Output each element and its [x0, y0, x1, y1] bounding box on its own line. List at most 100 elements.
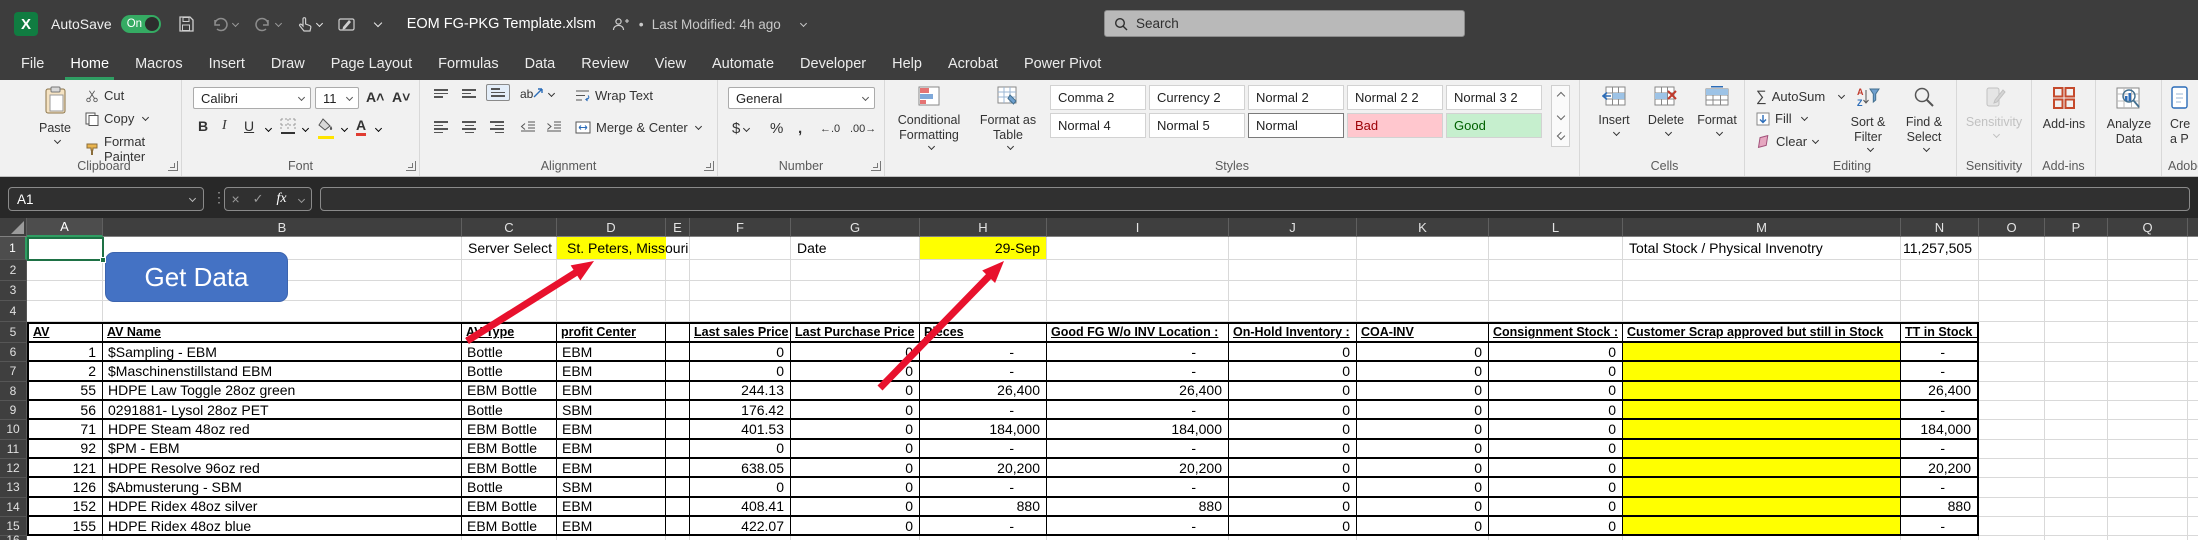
cell-C6[interactable]: Bottle [462, 343, 557, 362]
font-family-select[interactable]: Calibri [193, 87, 311, 109]
excel-logo-icon[interactable]: X [14, 12, 38, 36]
cell-I7[interactable]: - [1047, 362, 1229, 381]
cell-C7[interactable]: Bottle [462, 362, 557, 381]
cell-K12[interactable]: 0 [1357, 459, 1489, 478]
row-header-6[interactable]: 6 [0, 343, 27, 362]
cell-C13[interactable]: Bottle [462, 478, 557, 497]
cell-O5[interactable] [1979, 322, 2045, 344]
select-all-corner[interactable] [0, 218, 27, 237]
cell-I14[interactable]: 880 [1047, 498, 1229, 517]
cell-P12[interactable] [2045, 459, 2108, 478]
cell-D1[interactable]: St. Peters, Missouri [557, 237, 666, 260]
cell-H11[interactable]: - [920, 440, 1047, 459]
cell-N10[interactable]: 184,000 [1901, 420, 1979, 439]
column-header-N[interactable]: N [1901, 218, 1979, 237]
analyze-data-button[interactable]: Analyze Data [2102, 86, 2156, 146]
cell-x3[interactable] [2188, 281, 2198, 302]
cell-E7[interactable] [666, 362, 690, 381]
cell-x15[interactable] [2188, 517, 2198, 536]
cell-I3[interactable] [1047, 281, 1229, 302]
format-as-table-button[interactable]: Format as Table [973, 86, 1043, 151]
cell-F2[interactable] [690, 260, 791, 281]
cell-F15[interactable]: 422.07 [690, 517, 791, 536]
touch-mode-icon[interactable] [297, 16, 322, 33]
cell-J2[interactable] [1229, 260, 1357, 281]
tab-review[interactable]: Review [568, 48, 642, 80]
tab-acrobat[interactable]: Acrobat [935, 48, 1011, 80]
cell-O8[interactable] [1979, 382, 2045, 401]
last-modified-label[interactable]: Last Modified: 4h ago [652, 17, 781, 32]
cell-K6[interactable]: 0 [1357, 343, 1489, 362]
table-header-C5[interactable]: AV Type [462, 322, 557, 344]
cell-x2[interactable] [2188, 260, 2198, 281]
cell-I13[interactable]: - [1047, 478, 1229, 497]
cell-I2[interactable] [1047, 260, 1229, 281]
cell-A4[interactable] [27, 301, 103, 322]
cell-N12[interactable]: 20,200 [1901, 459, 1979, 478]
decrease-indent-icon[interactable] [520, 120, 536, 138]
cell-K15[interactable]: 0 [1357, 517, 1489, 536]
cell-x6[interactable] [2188, 343, 2198, 362]
cell-C1[interactable]: Server Select [462, 237, 557, 260]
row-header-7[interactable]: 7 [0, 362, 27, 381]
cell-K16[interactable] [1357, 536, 1489, 540]
column-header-J[interactable]: J [1229, 218, 1357, 237]
cell-B10[interactable]: HDPE Steam 48oz red [103, 420, 462, 439]
cell-O12[interactable] [1979, 459, 2045, 478]
search-input[interactable]: Search [1104, 10, 1465, 37]
cell-B8[interactable]: HDPE Law Toggle 28oz green [103, 382, 462, 401]
cell-F4[interactable] [690, 301, 791, 322]
cell-O16[interactable] [1979, 536, 2045, 540]
style-chip-normal-2-2[interactable]: Normal 2 2 [1347, 85, 1443, 110]
table-header-G5[interactable]: Last Purchase Price [791, 322, 920, 344]
cell-B16[interactable] [103, 536, 462, 540]
cell-G10[interactable]: 0 [791, 420, 920, 439]
create-pdf-button[interactable]: Cre a P [2170, 86, 2198, 146]
cell-Q2[interactable] [2108, 260, 2188, 281]
copy-button[interactable]: Copy [85, 111, 148, 126]
cell-Q8[interactable] [2108, 382, 2188, 401]
cell-B14[interactable]: HDPE Ridex 48oz silver [103, 498, 462, 517]
style-chip-normal-3-2[interactable]: Normal 3 2 [1446, 85, 1542, 110]
cancel-icon[interactable]: × [231, 191, 239, 207]
cell-F7[interactable]: 0 [690, 362, 791, 381]
cell-G11[interactable]: 0 [791, 440, 920, 459]
insert-cells-button[interactable]: Insert [1591, 86, 1637, 137]
align-center-icon[interactable] [458, 118, 480, 136]
cell-E4[interactable] [666, 301, 690, 322]
cell-A3[interactable] [27, 281, 103, 302]
column-header-G[interactable]: G [791, 218, 920, 237]
cell-J14[interactable]: 0 [1229, 498, 1357, 517]
number-dialog-launcher[interactable] [871, 161, 881, 171]
tab-home[interactable]: Home [57, 48, 122, 80]
cell-K11[interactable]: 0 [1357, 440, 1489, 459]
cell-L9[interactable]: 0 [1489, 401, 1623, 420]
cell-Q1[interactable] [2108, 237, 2188, 260]
cell-F10[interactable]: 401.53 [690, 420, 791, 439]
cell-A12[interactable]: 121 [27, 459, 103, 478]
cell-E16[interactable] [666, 536, 690, 540]
sensitivity-button[interactable]: Sensitivity [1963, 86, 2025, 139]
cell-D2[interactable] [557, 260, 666, 281]
column-header-K[interactable]: K [1357, 218, 1489, 237]
cell-H16[interactable] [920, 536, 1047, 540]
cell-G9[interactable]: 0 [791, 401, 920, 420]
cell-B12[interactable]: HDPE Resolve 96oz red [103, 459, 462, 478]
orientation-icon[interactable]: ab [520, 86, 554, 101]
addins-button[interactable]: Add-ins [2037, 86, 2091, 132]
cell-Q16[interactable] [2108, 536, 2188, 540]
cell-A9[interactable]: 56 [27, 401, 103, 420]
cell-D14[interactable]: EBM [557, 498, 666, 517]
cell-G3[interactable] [791, 281, 920, 302]
font-size-select[interactable]: 11 [315, 87, 359, 109]
insert-function-icon[interactable]: fx [276, 191, 286, 207]
cell-N14[interactable]: 880 [1901, 498, 1979, 517]
column-header-D[interactable]: D [557, 218, 666, 237]
cell-L11[interactable]: 0 [1489, 440, 1623, 459]
cell-K13[interactable]: 0 [1357, 478, 1489, 497]
cell-H10[interactable]: 184,000 [920, 420, 1047, 439]
cell-E11[interactable] [666, 440, 690, 459]
increase-decimal-icon[interactable]: ←.0 [820, 123, 840, 135]
cell-O1[interactable] [1979, 237, 2045, 260]
cell-L4[interactable] [1489, 301, 1623, 322]
